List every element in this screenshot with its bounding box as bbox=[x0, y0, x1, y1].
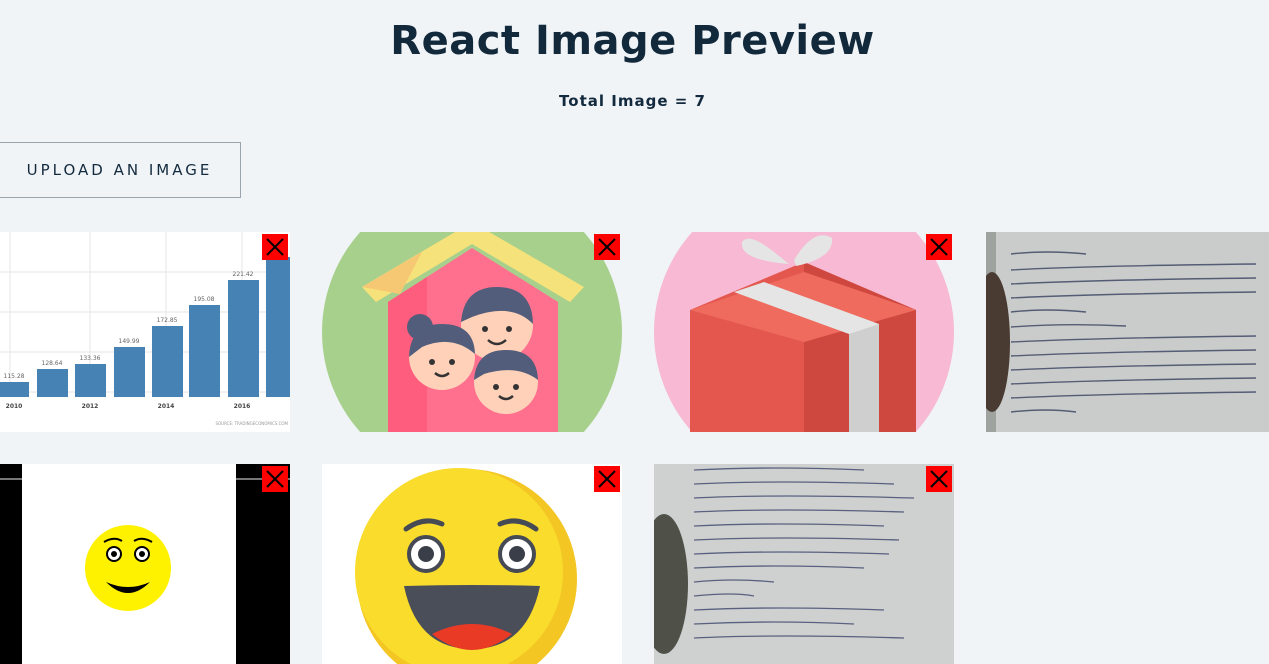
image-card bbox=[654, 232, 954, 432]
page-title: React Image Preview bbox=[390, 18, 875, 64]
smiley-screenshot-thumbnail bbox=[0, 464, 290, 664]
image-card bbox=[322, 232, 622, 432]
bar-value-label: 172.85 bbox=[157, 317, 178, 324]
image-card bbox=[0, 464, 290, 664]
bar-value-label: 195.08 bbox=[194, 296, 215, 303]
close-x-icon bbox=[598, 238, 616, 256]
upload-image-button[interactable]: UPLOAD AN IMAGE bbox=[0, 142, 241, 198]
year-label: 2012 bbox=[82, 403, 99, 410]
year-label: 2016 bbox=[234, 403, 251, 410]
laughing-emoji-thumbnail bbox=[322, 464, 622, 664]
delete-image-button[interactable] bbox=[262, 466, 288, 492]
image-card bbox=[654, 464, 954, 664]
close-x-icon bbox=[266, 470, 284, 488]
bar-value-label: 149.99 bbox=[119, 338, 140, 345]
delete-image-button[interactable] bbox=[926, 466, 952, 492]
close-x-icon bbox=[930, 470, 948, 488]
bar-value-label: 115.28 bbox=[4, 373, 25, 380]
bar-value-label: 133.36 bbox=[80, 355, 101, 362]
year-label: 2014 bbox=[158, 403, 175, 410]
delete-image-button[interactable] bbox=[262, 234, 288, 260]
year-label: 2010 bbox=[6, 403, 23, 410]
handwritten-notes-thumbnail-1 bbox=[986, 232, 1269, 432]
close-x-icon bbox=[266, 238, 284, 256]
bar-value-label: 128.64 bbox=[42, 360, 63, 367]
source-text: SOURCE: TRADINGECONOMICS.COM bbox=[215, 421, 288, 426]
image-card bbox=[986, 232, 1269, 432]
total-image-count: Total Image = 7 bbox=[559, 92, 706, 110]
family-house-icon-thumbnail bbox=[322, 232, 622, 432]
delete-image-button[interactable] bbox=[594, 466, 620, 492]
close-x-icon bbox=[598, 470, 616, 488]
gift-box-icon-thumbnail bbox=[654, 232, 954, 432]
handwritten-notes-thumbnail-2 bbox=[654, 464, 954, 664]
image-card bbox=[322, 464, 622, 664]
close-x-icon bbox=[930, 238, 948, 256]
image-card: 115.28 128.64 133.36 149.99 172.85 195.0… bbox=[0, 232, 290, 432]
delete-image-button[interactable] bbox=[926, 234, 952, 260]
delete-image-button[interactable] bbox=[594, 234, 620, 260]
bar-value-label: 221.42 bbox=[233, 271, 254, 278]
bar-chart-thumbnail: 115.28 128.64 133.36 149.99 172.85 195.0… bbox=[0, 232, 290, 432]
